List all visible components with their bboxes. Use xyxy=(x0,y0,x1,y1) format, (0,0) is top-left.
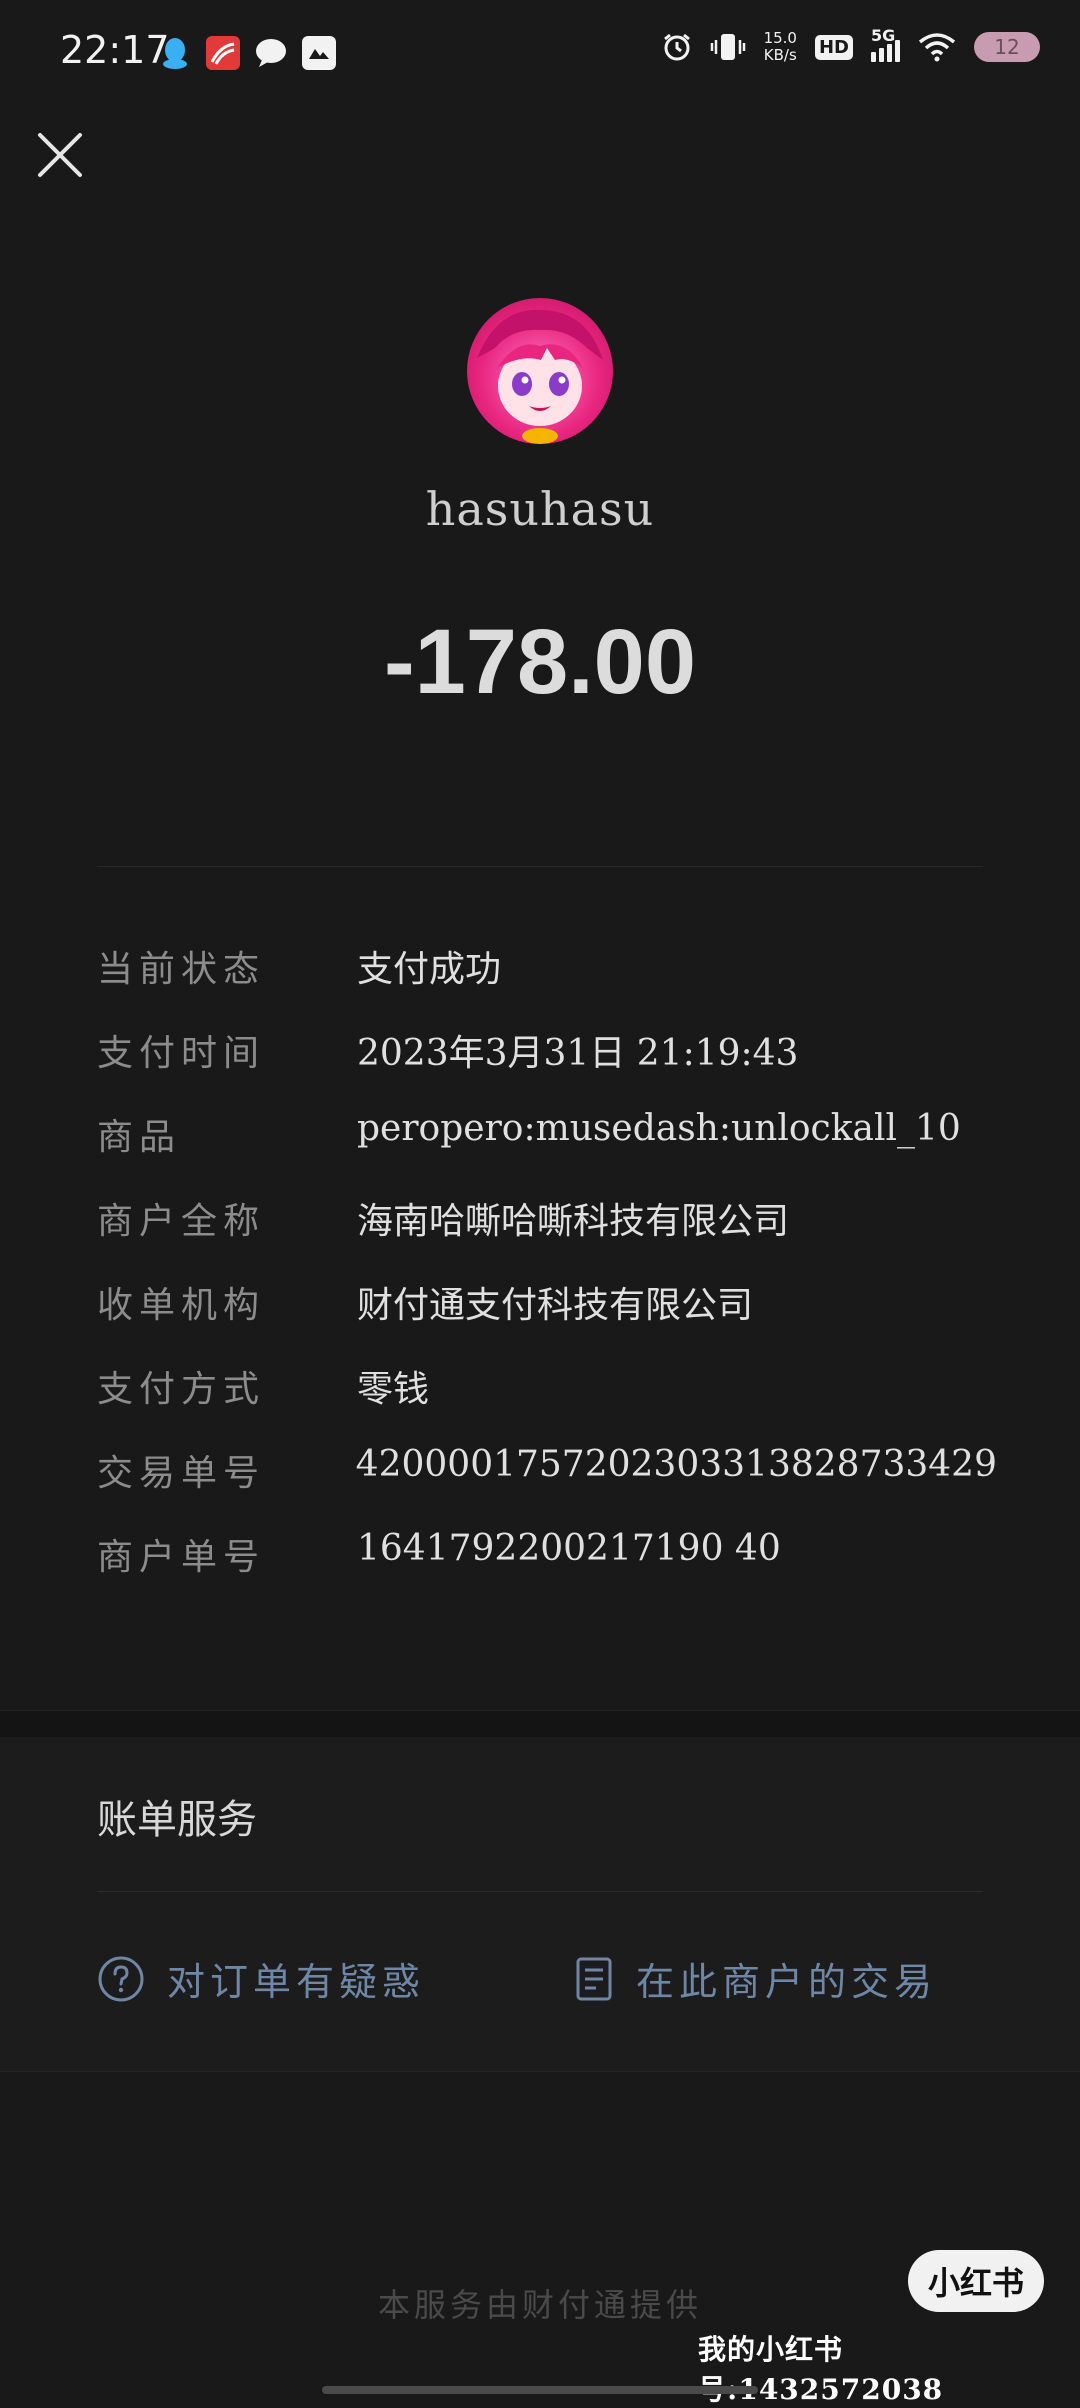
detail-row-payment-method: 支付方式 零钱 xyxy=(97,1360,997,1444)
detail-label: 收单机构 xyxy=(97,1285,266,1326)
alarm-icon xyxy=(663,33,690,61)
payee-avatar xyxy=(467,298,613,444)
detail-label: 交易单号 xyxy=(97,1453,266,1494)
battery-indicator: 12 xyxy=(974,32,1040,62)
detail-label: 商户全称 xyxy=(97,1201,266,1242)
detail-value: 海南哈嘶哈嘶科技有限公司 xyxy=(357,1201,790,1242)
notification-icons xyxy=(158,36,336,70)
question-circle-icon xyxy=(98,1956,144,2001)
detail-row-merchant-name: 商户全称 海南哈嘶哈嘶科技有限公司 xyxy=(97,1192,997,1276)
merchant-transactions-label: 在此商户的交易 xyxy=(636,1960,938,2004)
transaction-details: 当前状态 支付成功 支付时间 2023年3月31日 21:19:43 商品 pe… xyxy=(97,940,997,1612)
anime-avatar-icon xyxy=(477,309,603,444)
detail-value: 4200001757202303313828733429 xyxy=(355,1444,997,1485)
system-indicators: 15.0 KB/s HD 5G 12 xyxy=(662,26,1040,64)
services-title: 账单服务 xyxy=(97,1797,257,1843)
bill-services: 账单服务 对订单有疑惑 在此商户的交易 xyxy=(0,1737,1080,2072)
detail-label: 商品 xyxy=(97,1117,182,1158)
network-speed: 15.0 KB/s xyxy=(763,29,797,64)
merchant-transactions-link[interactable]: 在此商户的交易 xyxy=(574,1951,937,2006)
status-bar: 22:17 15.0 KB/s HD 5G 12 xyxy=(0,0,1080,110)
detail-value: 零钱 xyxy=(357,1369,430,1410)
news-app-icon xyxy=(206,36,240,70)
detail-row-acquirer: 收单机构 财付通支付科技有限公司 xyxy=(97,1276,997,1360)
detail-label: 支付时间 xyxy=(97,1033,266,1074)
section-separator xyxy=(0,1710,1080,1738)
close-button[interactable] xyxy=(30,125,90,185)
photo-app-icon xyxy=(302,36,336,70)
hd-badge: HD xyxy=(814,34,853,60)
wifi-icon xyxy=(918,33,956,62)
detail-row-merchant-order-id: 商户单号 1641792200217190 40 xyxy=(97,1528,997,1612)
detail-row-product: 商品 peropero:musedash:unlockall_10 xyxy=(97,1108,997,1192)
divider xyxy=(97,866,983,867)
detail-value: 支付成功 xyxy=(357,949,502,990)
status-time: 22:17 xyxy=(60,28,170,72)
detail-row-transaction-id: 交易单号 4200001757202303313828733429 xyxy=(97,1444,997,1528)
detail-value: 财付通支付科技有限公司 xyxy=(357,1285,754,1326)
payee-name: hasuhasu xyxy=(425,482,655,536)
detail-label: 商户单号 xyxy=(97,1537,266,1578)
detail-value: peropero:musedash:unlockall_10 xyxy=(357,1108,961,1149)
transaction-amount: -178.00 xyxy=(383,611,697,713)
xiaohongshu-watermark-id: 我的小红书号:1432572038 xyxy=(698,2333,944,2406)
vibrate-icon xyxy=(710,34,745,60)
message-icon xyxy=(254,36,288,70)
detail-value: 1641792200217190 40 xyxy=(357,1528,781,1569)
qq-icon xyxy=(158,36,192,70)
home-indicator[interactable] xyxy=(322,2386,758,2394)
signal-icon: 5G xyxy=(871,26,900,62)
detail-label: 支付方式 xyxy=(97,1369,266,1410)
detail-value: 2023年3月31日 21:19:43 xyxy=(357,1033,799,1074)
xiaohongshu-watermark-badge: 小红书 xyxy=(908,2250,1044,2312)
document-icon xyxy=(576,1957,612,2000)
order-question-link[interactable]: 对订单有疑惑 xyxy=(97,1951,425,2006)
order-question-label: 对订单有疑惑 xyxy=(167,1960,426,2004)
close-icon xyxy=(38,133,82,177)
detail-row-payment-time: 支付时间 2023年3月31日 21:19:43 xyxy=(97,1024,997,1108)
detail-label: 当前状态 xyxy=(97,949,266,990)
detail-row-status: 当前状态 支付成功 xyxy=(97,940,997,1024)
divider xyxy=(97,1891,983,1892)
